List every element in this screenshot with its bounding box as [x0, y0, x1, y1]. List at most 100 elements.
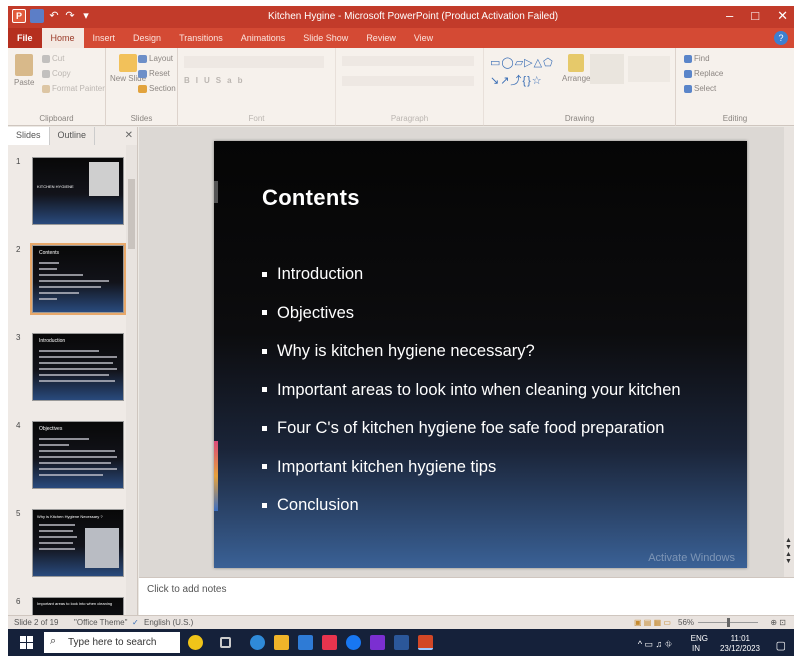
alignment-buttons[interactable] [342, 76, 474, 86]
fit-slide-icon[interactable]: ⊕ ⊡ [770, 618, 786, 627]
quick-access-toolbar: P ↶ ↷ ▾ [12, 9, 92, 23]
taskbar-search-box[interactable]: ⌕ Type here to search [44, 632, 180, 653]
word-icon[interactable] [394, 635, 409, 650]
font-name-dropdown[interactable] [184, 56, 324, 68]
bullet-icon [262, 502, 267, 508]
tab-transitions[interactable]: Transitions [170, 28, 232, 48]
view-buttons[interactable]: ▣ ▤ ▦ ▭ [634, 618, 671, 627]
reset-button[interactable]: Reset [138, 69, 170, 78]
scroll-arrows-icon[interactable]: ▲ ▼ ▲ ▼ [785, 537, 792, 565]
text-line [39, 368, 117, 370]
close-button[interactable]: ✕ [777, 8, 788, 24]
powerpoint-taskbar-icon[interactable] [418, 635, 433, 650]
store-icon[interactable] [298, 635, 313, 650]
file-explorer-icon[interactable] [274, 635, 289, 650]
text-line [39, 450, 115, 452]
find-button[interactable]: Find [684, 54, 710, 63]
tab-home[interactable]: Home [41, 28, 84, 48]
shapes-gallery-row2[interactable]: ↘↗⤴{}☆ [490, 72, 543, 88]
copy-button[interactable]: Copy [42, 69, 71, 78]
text-line [39, 292, 79, 294]
windows-start-icon[interactable] [20, 636, 33, 649]
powerpoint-app-icon[interactable]: P [12, 9, 26, 23]
cortana-emoji-icon[interactable] [188, 635, 203, 650]
canvas-scrollbar[interactable]: ▲ ▼ ▲ ▼ [784, 127, 794, 577]
tab-insert[interactable]: Insert [84, 28, 125, 48]
panel-scrollbar[interactable] [126, 145, 137, 615]
tab-slide-show[interactable]: Slide Show [294, 28, 357, 48]
spellcheck-icon[interactable]: ✓ [132, 618, 139, 627]
tab-slides[interactable]: Slides [8, 127, 50, 145]
tab-view[interactable]: View [405, 28, 442, 48]
list-buttons[interactable] [342, 56, 474, 66]
replace-button[interactable]: Replace [684, 69, 723, 78]
app-icon[interactable] [370, 635, 385, 650]
cut-button[interactable]: Cut [42, 54, 64, 63]
title-bar: P ↶ ↷ ▾ Kitchen Hygine - Microsoft Power… [8, 6, 794, 28]
select-button[interactable]: Select [684, 84, 716, 93]
slide-thumbnails: 1 KITCHEN HYGIENE 2 Contents 3 Introduct… [8, 145, 126, 615]
text-line [39, 298, 57, 300]
clock-time[interactable]: 11:01 [731, 634, 750, 643]
font-format-buttons[interactable]: BIUSab [184, 76, 248, 85]
arrange-button[interactable]: Arrange [562, 54, 590, 83]
slide-thumbnail[interactable]: Contents [30, 243, 126, 315]
current-slide[interactable]: Contents Introduction Objectives Why is … [214, 141, 747, 568]
slide-thumbnail[interactable]: Objectives [32, 421, 124, 489]
zoom-slider-knob[interactable] [727, 618, 730, 627]
minimize-button[interactable]: – [726, 8, 733, 24]
bullet-text: Four C's of kitchen hygiene foe safe foo… [277, 419, 665, 438]
facebook-icon[interactable] [346, 635, 361, 650]
slide-title[interactable]: Contents [262, 185, 360, 211]
bullet-text: Conclusion [277, 496, 359, 515]
shape-fill-outline-effects[interactable] [628, 56, 670, 82]
format-painter-button[interactable]: Format Painter [42, 84, 105, 93]
redo-icon[interactable]: ↷ [64, 9, 76, 23]
notification-icon[interactable]: ▢ [776, 639, 786, 652]
slide-thumbnail[interactable]: Introduction [32, 333, 124, 401]
tab-animations[interactable]: Animations [232, 28, 295, 48]
slide-thumbnail[interactable]: KITCHEN HYGIENE [32, 157, 124, 225]
quick-styles-button[interactable] [590, 54, 624, 84]
layout-button[interactable]: Layout [138, 54, 173, 63]
edge-browser-icon[interactable] [250, 635, 265, 650]
slide-thumbnail[interactable]: Important areas to look into when cleani… [32, 597, 124, 615]
tab-design[interactable]: Design [124, 28, 170, 48]
slides-panel: Slides Outline ✕ 1 KITCHEN HYGIENE 2 Con… [8, 127, 138, 615]
powerpoint-window: P ↶ ↷ ▾ Kitchen Hygine - Microsoft Power… [8, 6, 794, 656]
notes-pane[interactable]: Click to add notes [139, 577, 794, 615]
zoom-level[interactable]: 56% [678, 618, 694, 627]
group-label: Font [248, 114, 265, 123]
media-app-icon[interactable] [322, 635, 337, 650]
shapes-gallery[interactable]: ▭◯▱▷△⬠ [490, 56, 554, 69]
undo-icon[interactable]: ↶ [48, 9, 60, 23]
restore-button[interactable]: □ [751, 8, 759, 24]
bullet-item: Four C's of kitchen hygiene foe safe foo… [262, 409, 742, 448]
tab-outline[interactable]: Outline [50, 127, 96, 145]
tab-review[interactable]: Review [357, 28, 405, 48]
section-button[interactable]: Section [138, 84, 176, 93]
text-line [39, 268, 57, 270]
language-indicator[interactable]: English (U.S.) [144, 618, 193, 627]
slide-thumbnail[interactable]: Why is Kitchen Hygiene Necessary ? [32, 509, 124, 577]
group-label: Editing [722, 114, 748, 123]
task-view-icon[interactable] [220, 637, 231, 648]
thumbnail-caption: KITCHEN HYGIENE [37, 184, 74, 189]
customize-toolbar-icon[interactable]: ▾ [80, 9, 92, 23]
text-line [39, 536, 77, 538]
text-line [39, 362, 113, 364]
paste-button[interactable]: Paste [14, 54, 34, 87]
save-icon[interactable] [30, 9, 44, 23]
bullet-icon [262, 464, 267, 470]
bullet-item: Why is kitchen hygiene necessary? [262, 332, 742, 371]
close-panel-button[interactable]: ✕ [125, 130, 133, 141]
bullet-list[interactable]: Introduction Objectives Why is kitchen h… [262, 255, 742, 525]
language-code[interactable]: ENG [691, 634, 708, 643]
clock-date[interactable]: 23/12/2023 [720, 644, 760, 653]
slide-editing-area: Contents Introduction Objectives Why is … [139, 127, 794, 577]
scrollbar-thumb[interactable] [128, 179, 135, 249]
region-code[interactable]: IN [692, 644, 700, 653]
help-icon[interactable]: ? [774, 31, 788, 45]
tab-file[interactable]: File [8, 28, 42, 48]
tray-icons[interactable]: ^ ▭ ♫ ⛗ [638, 639, 672, 650]
